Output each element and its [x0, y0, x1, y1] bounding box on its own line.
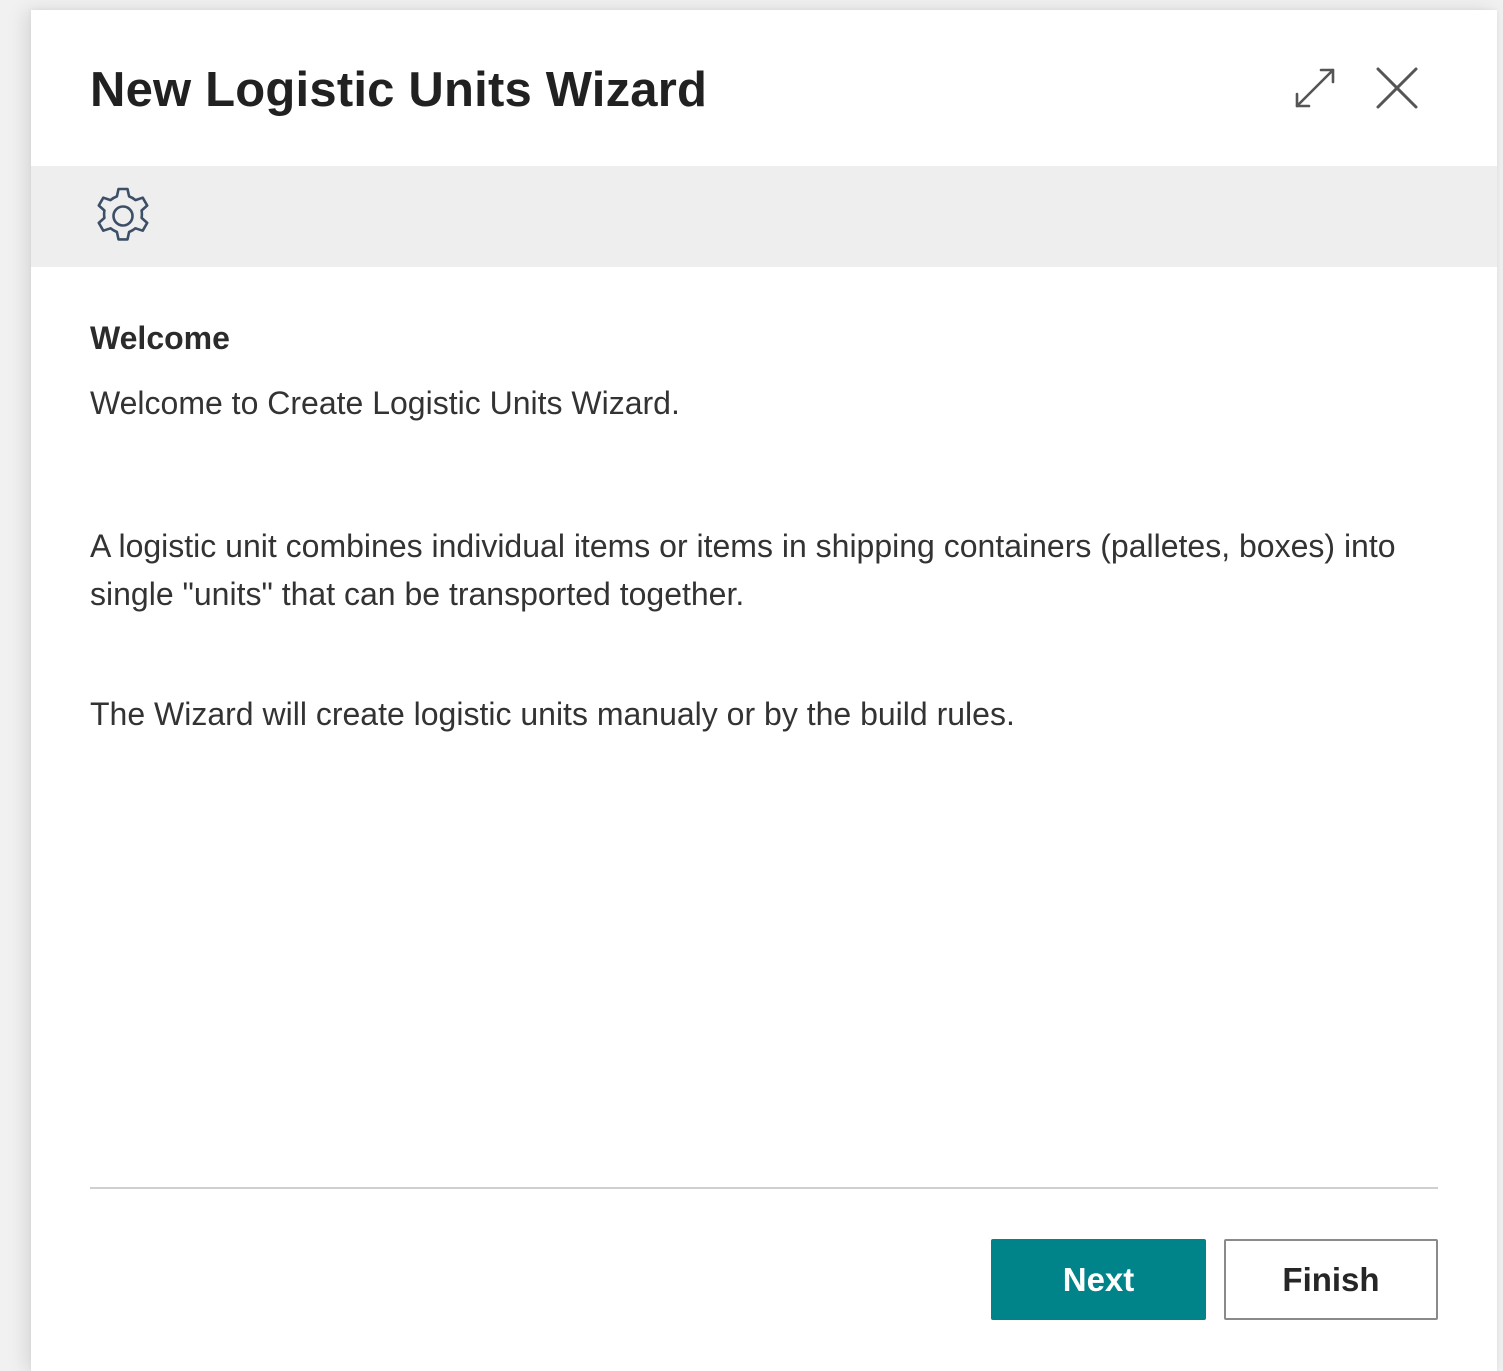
dialog-title: New Logistic Units Wizard: [90, 63, 708, 117]
wizard-content: Welcome Welcome to Create Logistic Units…: [90, 315, 1440, 738]
gear-icon: [97, 187, 149, 241]
next-button[interactable]: Next: [991, 1239, 1206, 1320]
expand-icon: [1295, 68, 1335, 108]
finish-button[interactable]: Finish: [1224, 1239, 1438, 1320]
wizard-dialog: New Logistic Units Wizard Welcome Welcom…: [31, 10, 1497, 1371]
welcome-text: Welcome to Create Logistic Units Wizard.: [90, 385, 680, 421]
description-text: A logistic unit combines individual item…: [90, 528, 1396, 612]
close-icon: [1376, 67, 1418, 109]
close-button[interactable]: [1371, 62, 1423, 114]
dialog-header: New Logistic Units Wizard: [31, 10, 1497, 166]
expand-button[interactable]: [1289, 62, 1341, 114]
footer-divider: [90, 1187, 1438, 1189]
wizard-banner: [31, 166, 1497, 267]
section-title: Welcome: [90, 320, 230, 356]
instruction-text: The Wizard will create logistic units ma…: [90, 696, 1015, 732]
